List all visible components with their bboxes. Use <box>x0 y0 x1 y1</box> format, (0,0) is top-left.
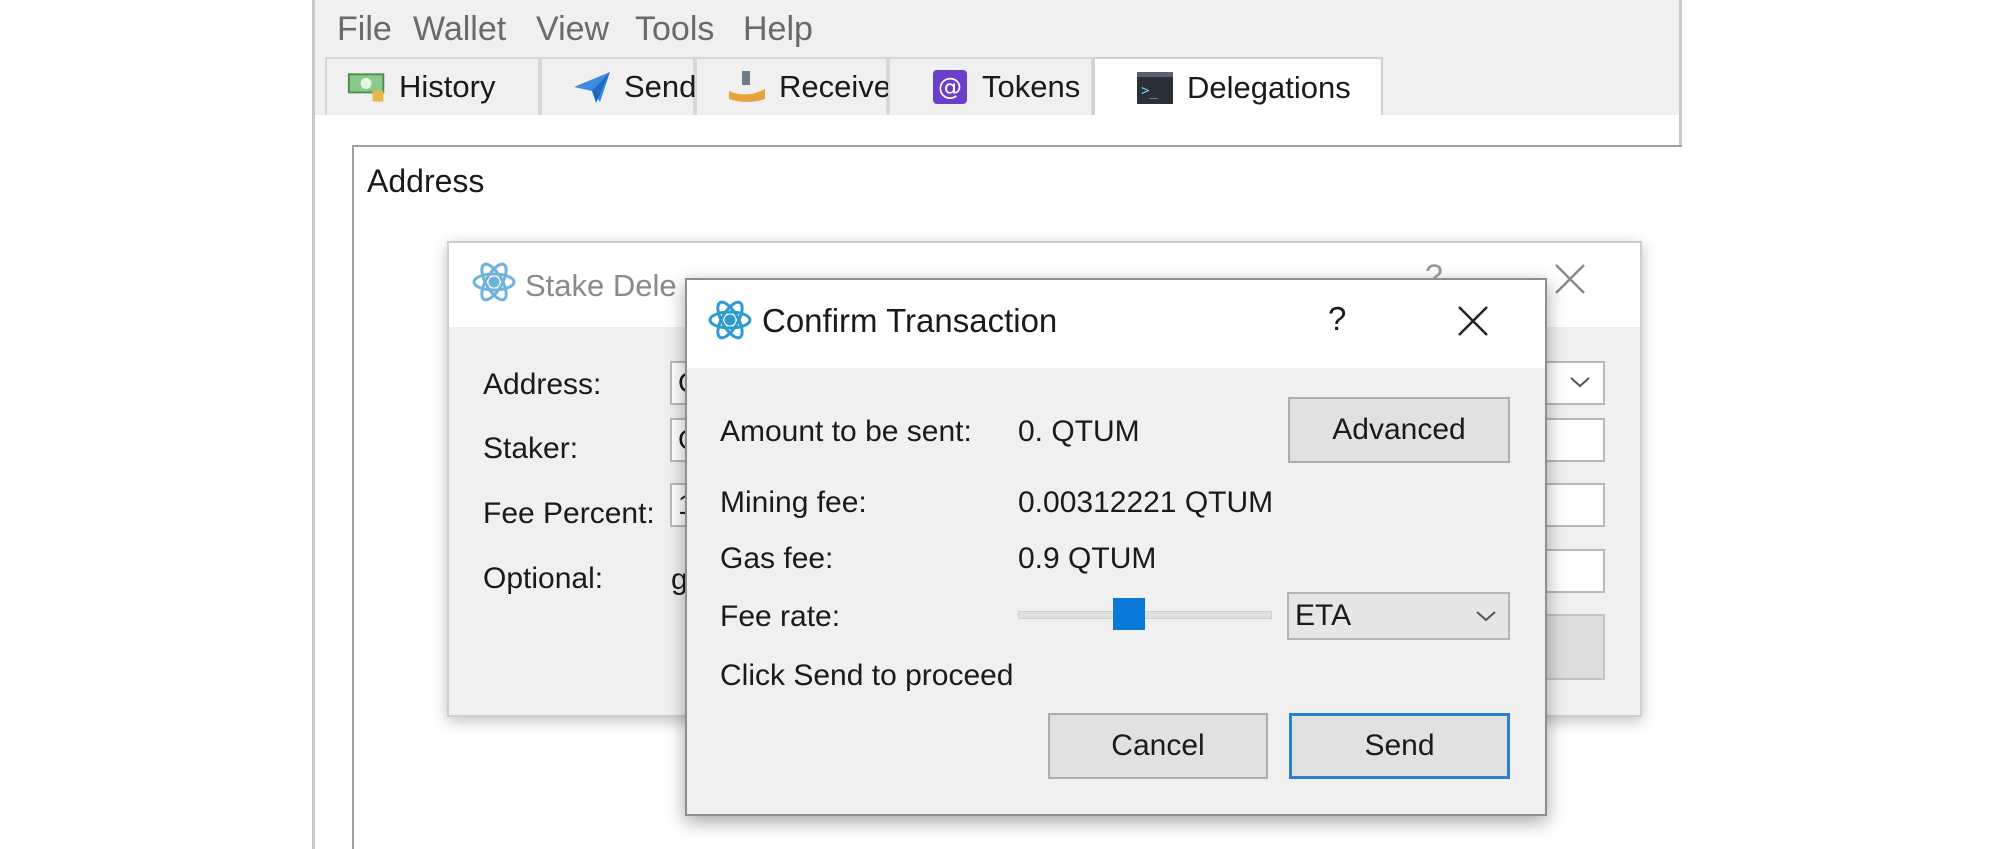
proceed-message: Click Send to proceed <box>720 659 1014 692</box>
amount-value: 0. QTUM <box>1018 415 1140 448</box>
menu-file[interactable]: File <box>337 10 392 49</box>
stake-close-icon[interactable] <box>1553 262 1587 301</box>
terminal-icon: >_ <box>1135 70 1175 106</box>
gas-fee-label: Gas fee: <box>720 542 834 575</box>
tab-receive[interactable]: Receive <box>695 57 891 115</box>
amount-label: Amount to be sent: <box>720 415 972 448</box>
tab-tokens-label: Tokens <box>982 69 1081 104</box>
advanced-button[interactable]: Advanced <box>1288 397 1510 463</box>
history-money-icon <box>347 69 387 105</box>
confirm-close-icon[interactable] <box>1456 304 1490 343</box>
stake-staker-label: Staker: <box>483 432 579 465</box>
tab-send[interactable]: Send <box>540 57 697 115</box>
address-column-header: Address <box>367 163 485 199</box>
gas-fee-value: 0.9 QTUM <box>1018 542 1157 575</box>
menu-wallet[interactable]: Wallet <box>413 10 506 49</box>
qtum-logo-icon <box>706 296 754 349</box>
stake-fee-percent-label: Fee Percent: <box>483 497 655 530</box>
stake-address-chevron-down-icon[interactable] <box>1568 372 1592 397</box>
stake-address-label: Address: <box>483 368 602 401</box>
stake-optional-field[interactable] <box>1537 549 1605 593</box>
confirm-help-button[interactable]: ? <box>1328 300 1346 338</box>
tab-send-label: Send <box>624 69 697 104</box>
mining-fee-label: Mining fee: <box>720 486 867 519</box>
fee-rate-label: Fee rate: <box>720 600 841 633</box>
receive-hand-icon <box>727 69 767 105</box>
tab-delegations[interactable]: >_ Delegations <box>1093 57 1383 117</box>
advanced-button-label: Advanced <box>1332 413 1466 446</box>
mining-fee-value: 0.00312221 QTUM <box>1018 486 1274 519</box>
stake-dialog-title: Stake Dele <box>525 268 677 303</box>
at-sign-icon: @ <box>930 69 970 105</box>
fee-rate-slider-thumb[interactable] <box>1113 598 1146 630</box>
tab-receive-label: Receive <box>779 69 891 104</box>
confirm-dialog-title: Confirm Transaction <box>762 302 1058 339</box>
tab-history-label: History <box>399 69 496 104</box>
menu-view[interactable]: View <box>536 10 609 49</box>
tab-history[interactable]: History <box>325 57 540 115</box>
cancel-button-label: Cancel <box>1111 729 1205 762</box>
menu-help[interactable]: Help <box>743 10 813 49</box>
paper-plane-icon <box>572 69 612 105</box>
stake-optional-label: Optional: <box>483 562 604 595</box>
tab-tokens[interactable]: @ Tokens <box>888 57 1093 115</box>
menu-tools[interactable]: Tools <box>635 10 714 49</box>
send-button-label: Send <box>1364 729 1435 762</box>
send-button[interactable]: Send <box>1289 713 1510 779</box>
cancel-button[interactable]: Cancel <box>1048 713 1268 779</box>
svg-text:>_: >_ <box>1141 83 1158 99</box>
fee-rate-chevron-down-icon[interactable] <box>1474 606 1498 631</box>
tab-delegations-label: Delegations <box>1187 70 1351 105</box>
qtum-logo-icon <box>470 258 518 311</box>
svg-text:@: @ <box>938 73 962 101</box>
tab-bar: History Send Receive @ Tokens >_ Delegat… <box>315 57 1679 117</box>
fee-rate-select-value: ETA <box>1295 599 1352 632</box>
